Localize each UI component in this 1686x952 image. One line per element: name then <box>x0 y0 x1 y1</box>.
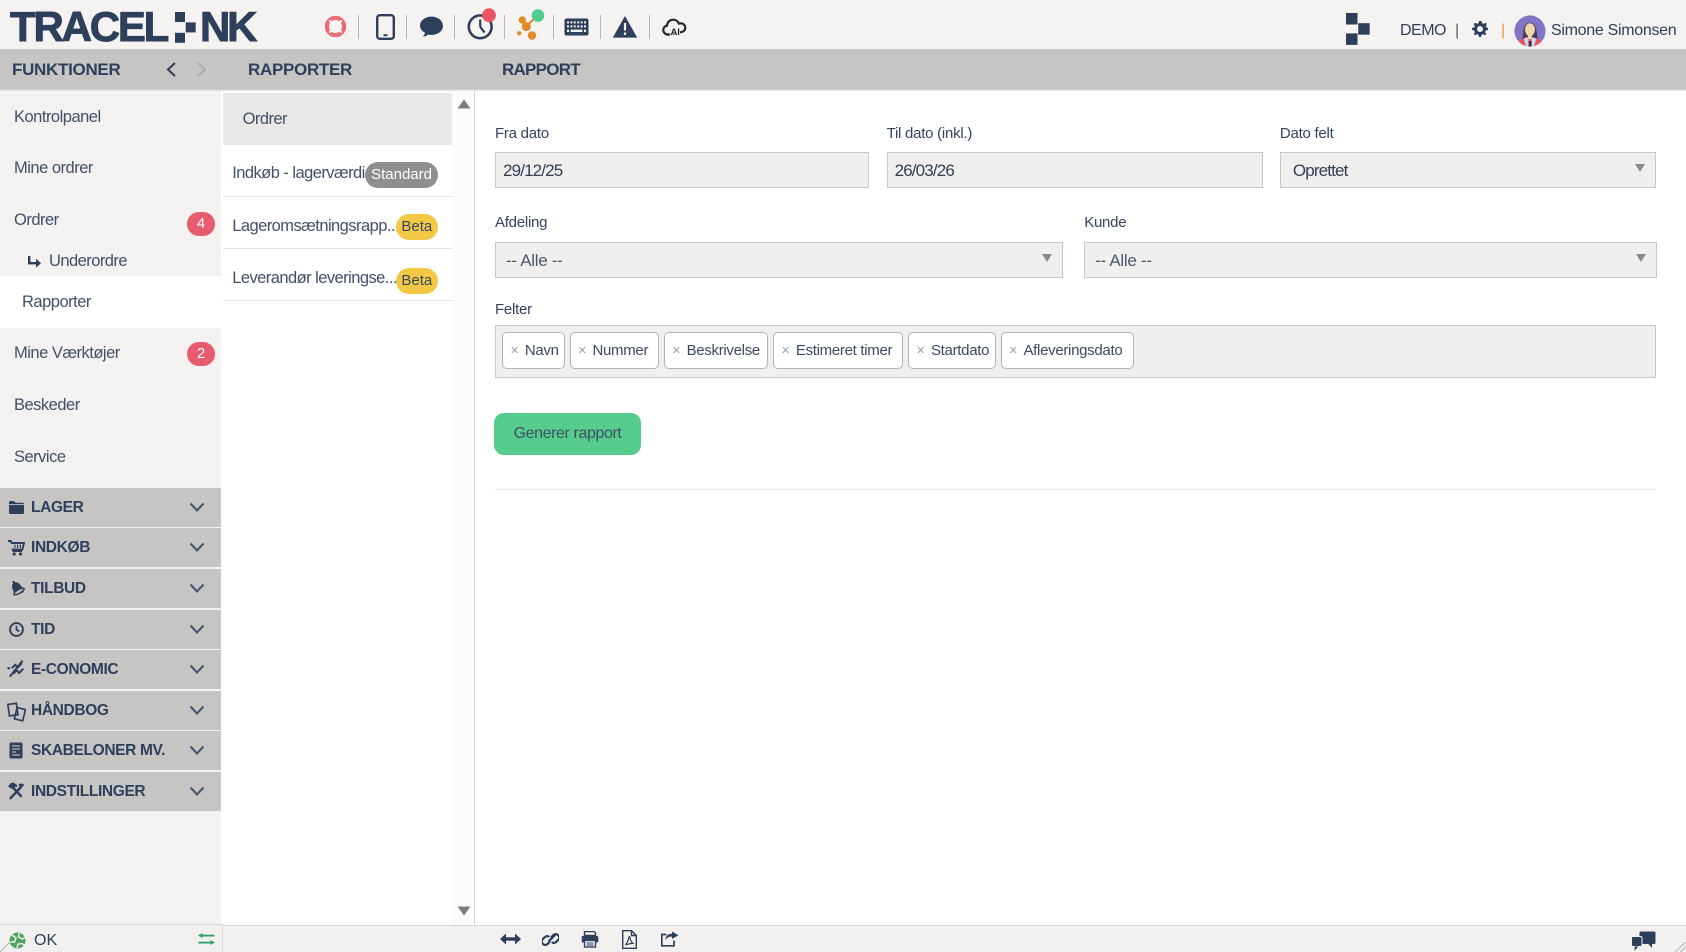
svg-text:AI: AI <box>670 27 680 38</box>
